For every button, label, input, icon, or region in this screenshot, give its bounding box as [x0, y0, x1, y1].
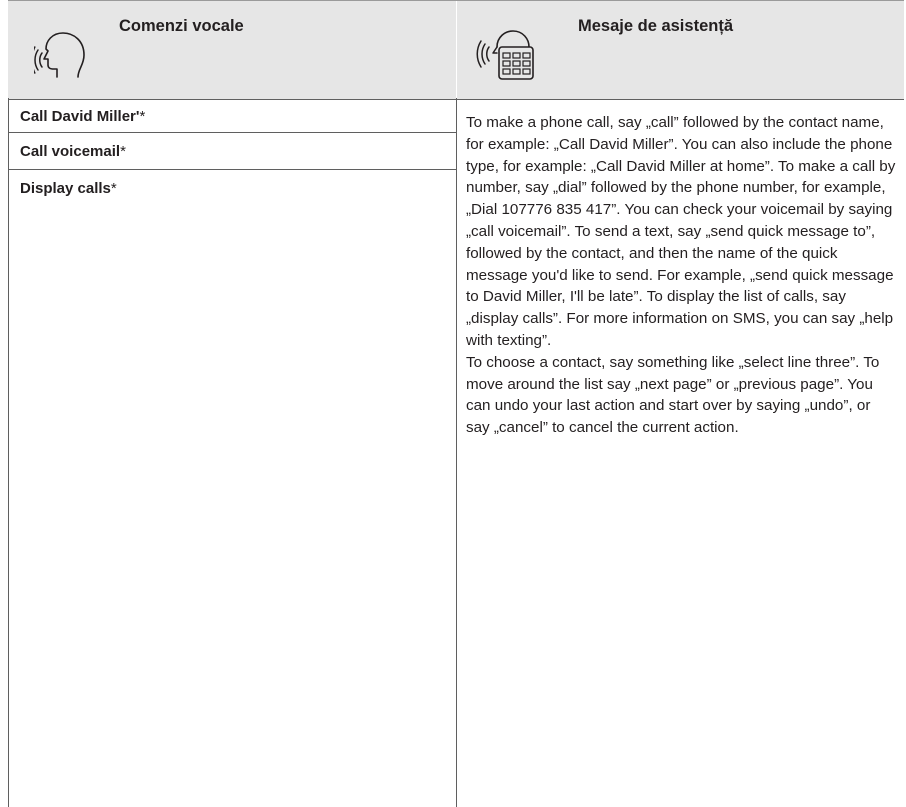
command-footnote-mark: * — [139, 108, 146, 125]
command-label: Call voicemail — [20, 143, 121, 160]
voice-help-message-icon — [476, 30, 534, 80]
command-footnote-mark: * — [120, 143, 126, 160]
command-label: Call David Miller' — [20, 108, 140, 125]
help-paragraph: To make a phone call, say „call” followe… — [466, 114, 896, 349]
header-help-messages: Mesaje de asistență — [457, 1, 904, 99]
help-message-text: To make a phone call, say „call” followe… — [466, 112, 896, 439]
voice-commands-table: Comenzi vocale Mesaje de asistență Call … — [0, 0, 906, 807]
command-label: Display calls — [20, 180, 111, 197]
command-footnote-mark: * — [110, 180, 117, 197]
header-title-voice-commands: Comenzi vocale — [119, 17, 244, 35]
voice-command-list: Call David Miller'* Call voicemail* Disp… — [8, 98, 456, 205]
table-header-row: Comenzi vocale Mesaje de asistență — [8, 0, 904, 100]
list-item: Call David Miller'* — [8, 98, 456, 133]
help-paragraph: To choose a contact, say something like … — [466, 353, 880, 437]
voice-command-icon — [34, 32, 85, 78]
list-item: Call voicemail* — [8, 133, 456, 170]
header-voice-commands: Comenzi vocale — [8, 1, 456, 99]
header-title-help-messages: Mesaje de asistență — [578, 17, 733, 35]
list-item: Display calls* — [8, 170, 456, 205]
column-divider — [456, 98, 457, 807]
